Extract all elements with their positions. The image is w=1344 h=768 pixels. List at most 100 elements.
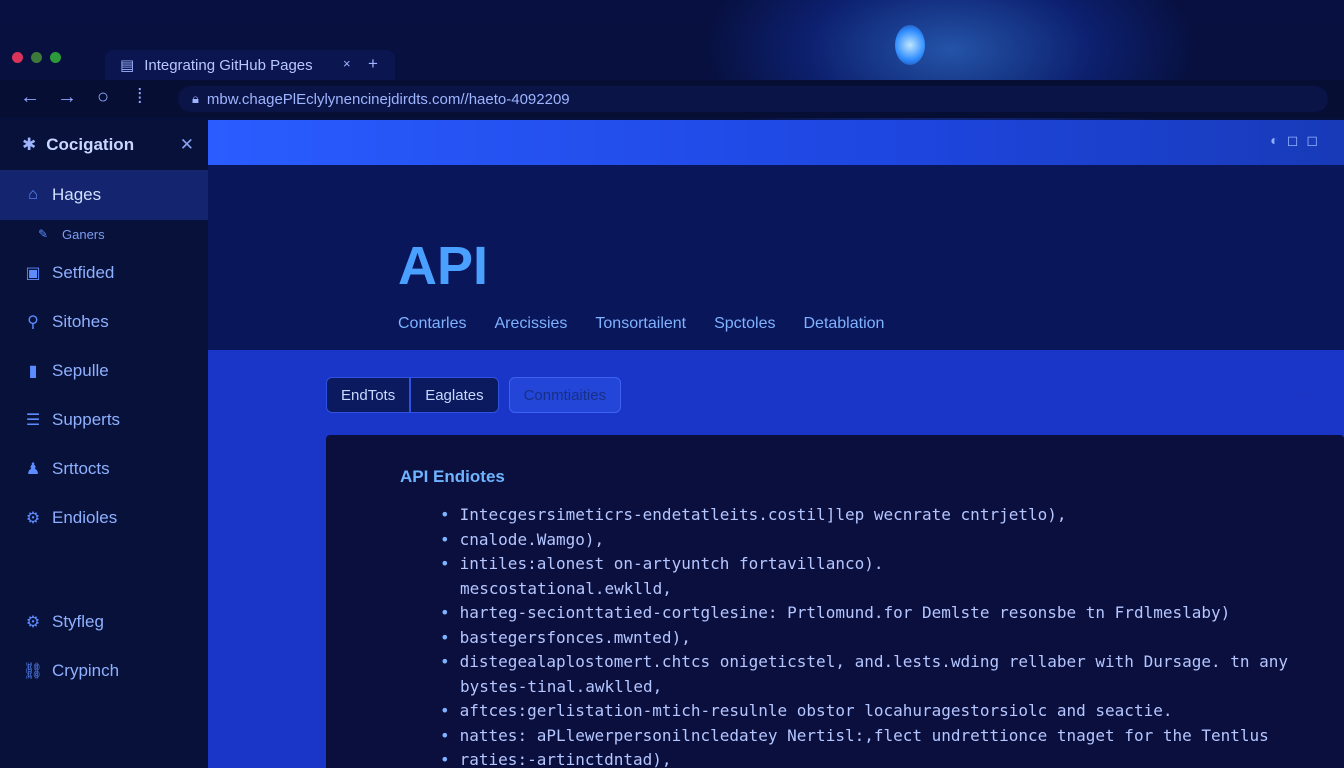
sidebar-item-sitohes[interactable]: ⚲ Sitohes (0, 297, 208, 346)
sidebar: ✱ Cocigation ✕ ⌂ Hages ✎ Ganers ▣ Setfid… (0, 120, 208, 768)
main-content: ◐◻◻ API Contarles Arecissies Tonsortaile… (208, 120, 1344, 768)
page-icon: ▤ (120, 57, 135, 74)
bullet-icon: • (440, 652, 450, 671)
bullet-icon: • (440, 554, 450, 573)
settings-icon: ✱ (22, 135, 37, 154)
briefcase-icon: ▣ (25, 264, 41, 282)
browser-tab[interactable]: ▤ Integrating GitHub Pages × + (105, 50, 395, 80)
close-window-button[interactable] (12, 52, 23, 63)
sidebar-item-label: Endioles (52, 507, 118, 527)
gear-icon: ⚙ (25, 613, 41, 631)
code-line: • cnalode.Wamgo), (440, 528, 1288, 553)
sidebar-item-label: Sitohes (52, 311, 109, 331)
tab-endpoints[interactable]: EndTots (326, 377, 411, 413)
sidebar-item-crypinch[interactable]: ⛓ Crypinch (0, 646, 208, 695)
bullet-icon: • (440, 725, 450, 745)
page-title: API (398, 236, 489, 296)
window-controls (12, 52, 61, 63)
hero-nav-link[interactable]: Contarles (398, 315, 466, 333)
sidebar-item-supperts[interactable]: ☰ Supperts (0, 395, 208, 444)
top-banner-strip: ◐◻◻ (208, 120, 1344, 165)
bullet-icon: • (440, 701, 450, 720)
url-text: mbw.chagePlEclylynencinejdirdts.com//hae… (206, 90, 570, 108)
hero-nav-link[interactable]: Detablation (803, 315, 884, 333)
tab-title: Integrating GitHub Pages (144, 56, 313, 74)
link-icon: ⛓ (22, 662, 44, 680)
code-line: • intiles:alonest on-artyuntch fortavilla… (440, 552, 1288, 577)
pin-icon: ⚲ (27, 313, 39, 331)
code-line-text: aftces:gerlistation-mtich-resulnle obsto… (459, 701, 1173, 720)
sidebar-item-label: Styfleg (52, 611, 104, 631)
tab-close-icon[interactable]: × (343, 56, 351, 71)
sidebar-item-hages[interactable]: ⌂ Hages (0, 170, 208, 220)
code-line: • nattes: aPLlewerpersonilncledatey Nerti… (440, 724, 1288, 749)
code-line: • harteg-secionttatied-cortglesine: Prtlo… (440, 601, 1288, 626)
bullet-icon: • (440, 627, 450, 647)
minimize-window-button[interactable] (31, 52, 42, 63)
content-area: EndTots Eaglates Conmtiaities ⋯ API Endi… (208, 350, 1344, 768)
sidebar-title: Cocigation (46, 135, 135, 154)
back-arrow-icon[interactable]: ← (20, 86, 40, 109)
code-line-text: harteg-secionttatied-cortglesine: Prtlom… (459, 603, 1231, 622)
tab-templates[interactable]: Eaglates (410, 377, 499, 413)
sidebar-item-setfided[interactable]: ▣ Setfided (0, 248, 208, 297)
sidebar-item-label: Hages (52, 185, 102, 204)
sidebar-item-label: Ganers (62, 226, 105, 242)
reader-icon[interactable]: ⁞ (137, 86, 143, 109)
maximize-window-button[interactable] (50, 52, 61, 63)
sidebar-item-endioles[interactable]: ⚙ Endioles (0, 493, 208, 542)
reload-icon[interactable]: ○ (97, 86, 109, 109)
code-block: • Intecgesrsimeticrs-endetatleits.costil]… (440, 503, 1288, 768)
code-line: • aftces:gerlistation-mtich-resulnle obst… (440, 699, 1288, 724)
code-line-text: intiles:alonest on-artyuntch fortavillan… (459, 554, 884, 573)
code-line: • Intecgesrsimeticrs-endetatleits.costil]… (440, 503, 1288, 528)
browser-toolbar: ← → ○ ⁞ 🔒︎ mbw.chagePlEclylynencinejdird… (0, 80, 1344, 118)
tab-communities[interactable]: Conmtiaities (508, 377, 622, 413)
bullet-icon: • (440, 750, 450, 768)
sidebar-item-label: Sepulle (52, 360, 109, 380)
code-line: bystes-tinal.awklled, (440, 675, 1288, 700)
bullet-icon: • (440, 529, 450, 549)
code-line-text: bystes-tinal.awklled, (460, 676, 663, 696)
code-line-text: cnalode.Wamgo), (459, 529, 605, 549)
hero-section: API Contarles Arecissies Tonsortailent S… (208, 165, 1344, 350)
cog-search-icon: ⚙ (25, 509, 41, 527)
code-line: • distegealaplostomert.chtcs onigeticstel… (440, 650, 1288, 675)
code-line-text: raties:-artinctdntad), (459, 750, 672, 768)
bullet-icon: • (440, 603, 450, 622)
close-icon[interactable]: ✕ (180, 135, 194, 155)
pencil-icon: ✎ (37, 227, 49, 241)
filter-icon[interactable]: ⋯ (1295, 385, 1309, 402)
hero-nav-link[interactable]: Tonsortailent (595, 315, 686, 333)
code-line-text: bastegersfonces.mwnted), (459, 627, 691, 647)
address-bar[interactable]: 🔒︎ mbw.chagePlEclylynencinejdirdts.com//… (178, 86, 1328, 112)
list-icon: ☰ (25, 411, 41, 429)
sidebar-header: ✱ Cocigation ✕ (0, 120, 208, 170)
sidebar-item-ganers[interactable]: ✎ Ganers (0, 220, 208, 248)
sidebar-item-styfleg[interactable]: ⚙ Styfleg (0, 597, 208, 646)
code-line: mescostational.ewklld, (440, 577, 1288, 602)
code-line-text: Intecgesrsimeticrs-endetatleits.costil]l… (459, 505, 1067, 524)
sidebar-item-label: Srttocts (52, 458, 110, 478)
sidebar-item-srttocts[interactable]: ♟ Srttocts (0, 444, 208, 493)
code-panel: API Endiotes • Intecgesrsimeticrs-endetat… (326, 435, 1344, 768)
code-line-text: distegealaplostomert.chtcs onigeticstel,… (459, 652, 1289, 671)
code-line-text: mescostational.ewklld, (460, 578, 672, 598)
bullet-icon: • (440, 505, 450, 524)
hero-nav-link[interactable]: Arecissies (494, 315, 567, 333)
sidebar-item-label: Setfided (52, 262, 115, 282)
hero-nav-link[interactable]: Spctoles (714, 315, 775, 333)
sidebar-item-sepulle[interactable]: ▮ Sepulle (0, 346, 208, 395)
code-line: • bastegersfonces.mwnted), (440, 626, 1288, 651)
new-tab-icon[interactable]: + (368, 54, 378, 74)
lock-icon: 🔒︎ (192, 91, 199, 106)
tab-group: EndTots Eaglates Conmtiaities (326, 377, 622, 413)
screen: ▤ Integrating GitHub Pages × + ← → ○ ⁞ 🔒… (0, 0, 1344, 768)
person-icon: ♟ (25, 460, 41, 478)
toolbar-icons[interactable]: ◐◻◻ (1270, 132, 1326, 149)
chart-icon: ▮ (28, 362, 38, 380)
code-line-text: nattes: aPLlewerpersonilncledatey Nertis… (459, 725, 1269, 745)
forward-arrow-icon[interactable]: → (57, 86, 77, 109)
code-line: • raties:-artinctdntad), (440, 748, 1288, 768)
